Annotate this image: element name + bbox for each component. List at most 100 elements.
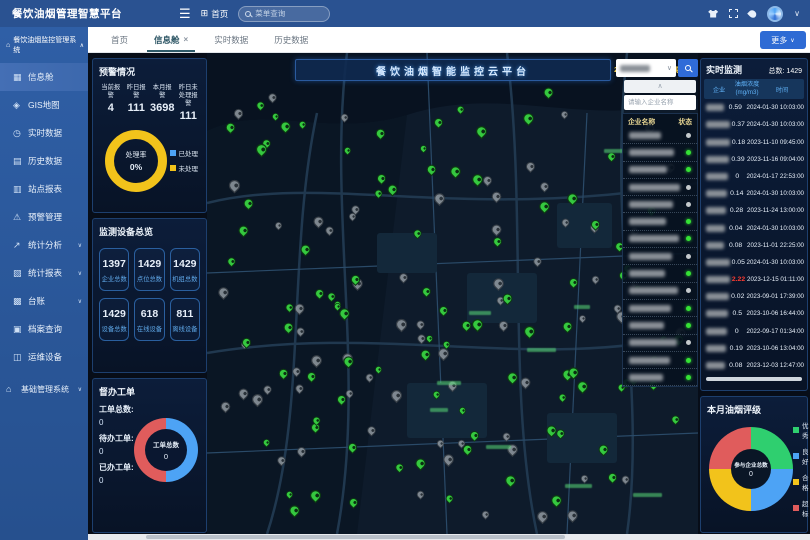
tab-0[interactable]: 首页 (98, 27, 141, 52)
enterprise-select[interactable]: ∨ (616, 59, 676, 77)
theme-icon[interactable] (708, 10, 718, 18)
company-name-redacted (706, 293, 729, 300)
workorder-stat-label: 已办工单: (99, 462, 134, 473)
menu-search-input[interactable] (255, 9, 319, 18)
legend-item-0: 优秀 (793, 420, 809, 440)
realtime-row[interactable]: 0.042024-01-30 10:03:00 (704, 219, 804, 236)
sidebar-item-9[interactable]: ▣档案查询 (0, 315, 88, 343)
realtime-row[interactable]: 0.022023-09-01 17:39:00 (704, 288, 804, 305)
enterprise-name-redacted (629, 166, 667, 173)
enterprise-row[interactable] (623, 352, 697, 369)
enterprise-row[interactable] (623, 283, 697, 300)
enterprise-row[interactable] (623, 248, 697, 265)
realtime-row[interactable]: 2.222023-12-15 01:11:00 (704, 271, 804, 288)
enterprise-row[interactable] (623, 317, 697, 334)
company-name-redacted (706, 173, 728, 180)
chevron-down-icon: ∨ (78, 386, 82, 393)
sidebar-item-1[interactable]: ◈GIS地图 (0, 91, 88, 119)
sidebar-section-header[interactable]: ⌂ 餐饮油烟监控管理系统 ∧ (0, 27, 88, 63)
flame-icon[interactable] (747, 8, 758, 19)
home-breadcrumb[interactable]: ⊞ 首页 (201, 8, 229, 20)
realtime-row[interactable]: 02024-01-17 22:53:00 (704, 168, 804, 185)
grid-icon: ⊞ (201, 8, 209, 19)
realtime-row[interactable]: 0.182023-11-10 09:45:00 (704, 134, 804, 151)
tab-2[interactable]: 实时数据 (201, 27, 261, 52)
realtime-row[interactable]: 0.052024-01-30 10:03:00 (704, 254, 804, 271)
reading-time: 2024-01-30 10:03:00 (747, 259, 804, 266)
sidebar-item-0[interactable]: ▦信息舱 (0, 63, 88, 91)
sidebar-item-4[interactable]: ▥站点报表 (0, 175, 88, 203)
process-rate-label: 处理率 (126, 150, 147, 160)
sidebar-item-5[interactable]: ⚠预警管理 (0, 203, 88, 231)
enterprise-row[interactable] (623, 300, 697, 317)
alert-stat-label: 本月报警 (150, 84, 174, 100)
enterprise-row[interactable] (623, 369, 697, 386)
device-card-value: 811 (172, 308, 198, 320)
realtime-row[interactable]: 0.392023-11-16 09:04:00 (704, 151, 804, 168)
alerts-panel-title: 预警情况 (99, 65, 200, 78)
legend-swatch (793, 427, 799, 433)
realtime-row[interactable]: 0.282023-11-24 13:00:00 (704, 202, 804, 219)
enterprise-row[interactable] (623, 231, 697, 248)
workorder-donut-label: 工单总数 (153, 439, 179, 449)
sidebar-item-11[interactable]: ⌂基础管理系统∨ (0, 375, 88, 403)
realtime-row[interactable]: 0.372024-01-30 10:03:00 (704, 116, 804, 133)
device-card-label: 离线设备 (172, 324, 198, 333)
enterprise-name-redacted (629, 305, 671, 312)
sidebar-item-7[interactable]: ▧统计报表∨ (0, 259, 88, 287)
enterprise-row[interactable] (623, 213, 697, 230)
enterprise-row[interactable] (623, 162, 697, 179)
menu-search-box[interactable] (238, 6, 330, 22)
company-name-redacted (706, 139, 730, 146)
history-icon: ▤ (13, 156, 23, 167)
sidebar-item-10[interactable]: ◫运维设备 (0, 343, 88, 371)
collapse-strip[interactable]: ∧ (624, 80, 696, 93)
sidebar-item-6[interactable]: ↗统计分析∨ (0, 231, 88, 259)
home-icon: ⌂ (6, 42, 10, 49)
enterprise-row[interactable] (623, 265, 697, 282)
tab-3[interactable]: 历史数据 (261, 27, 321, 52)
sidebar-item-8[interactable]: ▩台账∨ (0, 287, 88, 315)
avatar[interactable] (767, 6, 783, 22)
selected-value-redacted (620, 65, 650, 72)
sidebar-item-2[interactable]: ◷实时数据 (0, 119, 88, 147)
concentration-value: 0.14 (727, 190, 747, 197)
realtime-row[interactable]: 0.082023-12-03 12:47:00 (704, 357, 804, 374)
enterprise-row[interactable] (623, 179, 697, 196)
enterprise-row[interactable] (623, 335, 697, 352)
scrollbar-thumb[interactable] (146, 535, 565, 539)
legend-swatch (170, 150, 176, 156)
enterprise-search-button[interactable] (678, 59, 698, 77)
device-card-value: 1397 (101, 258, 127, 270)
realtime-row[interactable]: 0.142024-01-30 10:03:00 (704, 185, 804, 202)
workorder-stat-value: 0 (99, 447, 134, 456)
realtime-row[interactable]: 0.52023-10-06 16:44:00 (704, 305, 804, 322)
map-place-label-redacted (527, 348, 556, 352)
horizontal-scrollbar[interactable] (88, 534, 810, 540)
chevron-down-icon: ∨ (78, 242, 82, 249)
realtime-row[interactable]: 0.192023-10-06 13:04:00 (704, 340, 804, 357)
enterprise-row[interactable] (623, 196, 697, 213)
device-card-value: 1429 (101, 308, 127, 320)
enterprise-row[interactable] (623, 144, 697, 161)
sidebar-item-3[interactable]: ▤历史数据 (0, 147, 88, 175)
realtime-row[interactable]: 02022-09-17 01:34:00 (704, 323, 804, 340)
realtime-row[interactable]: 0.592024-01-30 10:03:00 (704, 99, 804, 116)
realtime-scrollbar[interactable] (706, 377, 802, 381)
search-icon (245, 11, 251, 17)
enterprise-name-input[interactable] (624, 95, 696, 110)
close-icon[interactable]: × (184, 35, 189, 44)
enterprise-row[interactable] (623, 127, 697, 144)
concentration-value: 0.04 (725, 225, 747, 232)
user-chevron-down-icon[interactable]: ∨ (794, 9, 800, 18)
realtime-row[interactable]: 0.082023-11-01 22:25:00 (704, 237, 804, 254)
hamburger-menu-icon[interactable]: ☰ (179, 6, 191, 22)
reading-time: 2023-12-03 12:47:00 (747, 362, 804, 369)
company-name-redacted (706, 328, 727, 335)
tab-1[interactable]: 信息舱× (141, 27, 201, 52)
realtime-rows: 0.592024-01-30 10:03:000.372024-01-30 10… (704, 99, 804, 374)
map-place-label-redacted (437, 381, 461, 385)
fullscreen-icon[interactable] (729, 9, 738, 18)
rating-panel: 本月油烟评级 参与企业总数 0 优秀良好合格超标 (700, 396, 808, 533)
more-button[interactable]: 更多 ∨ (760, 31, 806, 49)
